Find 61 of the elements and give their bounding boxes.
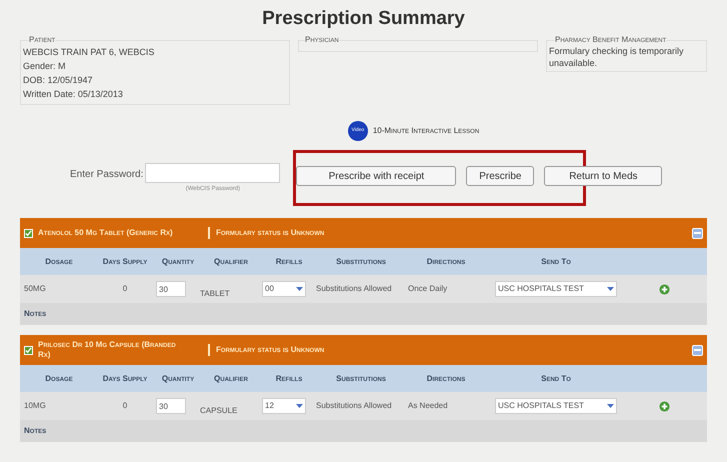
column-header: Substitutions: [335, 257, 387, 266]
quantity-field[interactable]: 30: [156, 281, 186, 297]
column-header: Dosage: [44, 257, 74, 266]
patient-info: WEBCIS TRAIN PAT 6, WEBCIS: [23, 46, 156, 59]
password-field[interactable]: [145, 163, 280, 183]
table-cell-text: 10MG: [24, 400, 47, 412]
send-to-dropdown[interactable]: USC HOSPITALS TEST: [495, 398, 617, 414]
medication-name: Atenolol 50 Mg Tablet (Generic Rx): [38, 228, 174, 238]
collapse-icon[interactable]: [692, 228, 703, 238]
table-cell-text: 0: [122, 400, 128, 412]
column-header: Send To: [540, 374, 572, 383]
lesson-link[interactable]: 10-Minute Interactive Lesson: [372, 125, 480, 137]
panel-heading: Patient: [29, 35, 56, 45]
patient-info: Gender: M: [23, 60, 67, 73]
refills-dropdown[interactable]: 12: [262, 398, 306, 414]
patient-info: DOB: 12/05/1947: [23, 74, 94, 87]
formulary-message: Formulary checking is temporarily unavailable.: [549, 45, 685, 69]
password-label: Enter Password:: [70, 168, 144, 182]
column-header: Substitutions: [335, 374, 387, 383]
checkbox[interactable]: [24, 228, 33, 238]
checkbox[interactable]: [24, 346, 33, 354]
page-title: Prescription Summary: [261, 7, 466, 31]
action-button[interactable]: Prescribe with receipt: [296, 166, 456, 186]
add-icon[interactable]: [659, 400, 670, 412]
table-cell-text: CAPSULE: [200, 405, 238, 417]
action-button[interactable]: Return to Meds: [544, 166, 662, 186]
panel-heading: Physician: [305, 35, 339, 45]
table-cell-text: Once Daily: [407, 283, 448, 295]
column-header: Days Supply: [102, 374, 148, 383]
column-header: Refills: [274, 374, 304, 383]
add-icon[interactable]: [659, 284, 670, 294]
column-header: Quantity: [160, 374, 196, 383]
column-header: Days Supply: [102, 257, 148, 266]
table-cell-text: 50MG: [24, 283, 47, 295]
table-cell-text: As Needed: [407, 400, 449, 412]
table-cell-text: Substitutions Allowed: [316, 283, 393, 295]
column-header: Qualifier: [213, 257, 249, 266]
caret-icon: [296, 404, 303, 408]
column-header: Refills: [274, 257, 304, 266]
quantity-field[interactable]: 30: [156, 398, 186, 414]
column-header: Dosage: [44, 374, 74, 383]
table-cell-text: 0: [122, 283, 128, 295]
notes-label: Notes: [24, 308, 46, 320]
column-header: Directions: [426, 257, 466, 266]
caret-icon: [607, 404, 614, 408]
caret-icon: [607, 286, 614, 292]
caret-icon: [296, 286, 303, 292]
column-header: Quantity: [160, 257, 196, 266]
notes-label: Notes: [24, 425, 46, 437]
refills-dropdown[interactable]: 00: [262, 281, 306, 297]
send-to-dropdown[interactable]: USC HOSPITALS TEST: [495, 281, 617, 297]
column-header: Qualifier: [213, 374, 249, 383]
action-button[interactable]: Prescribe: [466, 166, 534, 186]
collapse-icon[interactable]: [692, 344, 703, 356]
panel-heading: Pharmacy Benefit Management: [555, 35, 666, 45]
column-header: Directions: [426, 374, 466, 383]
column-header: Send To: [540, 257, 572, 266]
medication-name: Prilosec Dr 10 Mg Capsule (Branded Rx): [38, 340, 177, 360]
table-cell-text: TABLET: [200, 288, 231, 300]
patient-info: Written Date: 05/13/2013: [23, 88, 124, 101]
table-cell-text: Substitutions Allowed: [316, 400, 393, 412]
